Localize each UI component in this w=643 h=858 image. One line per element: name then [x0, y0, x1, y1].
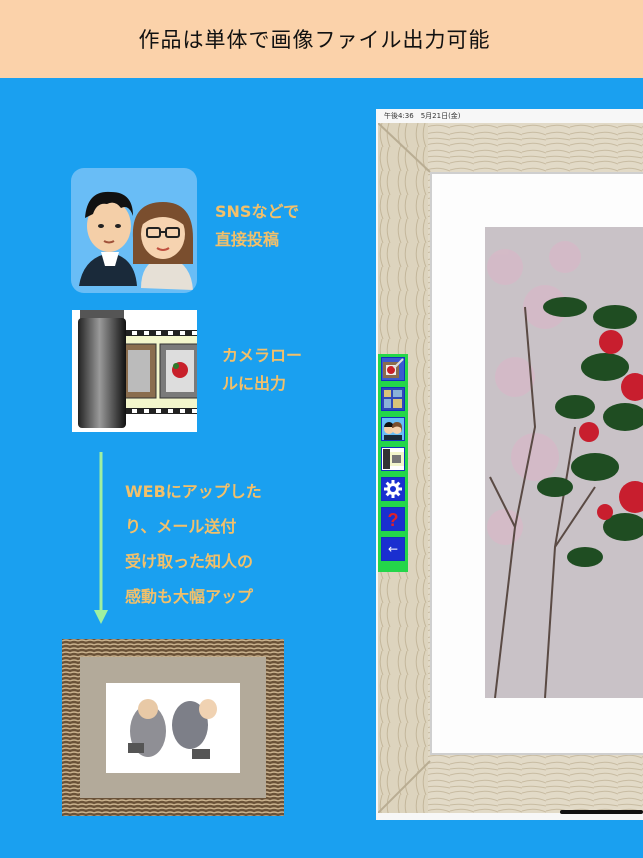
- camera-roll-label: カメラロー ルに出力: [222, 342, 302, 398]
- frame-photo-button[interactable]: [381, 357, 405, 381]
- web-label-line: り、メール送付: [125, 517, 237, 536]
- people-icon: [384, 422, 402, 440]
- web-label-line: 受け取った知人の: [125, 552, 254, 571]
- status-bar: 午後4:36 5月21日(金): [384, 112, 461, 120]
- back-arrow-icon: ←: [388, 542, 398, 556]
- gear-icon: [384, 480, 402, 498]
- app-toolbar: ? ←: [378, 354, 408, 572]
- web-label-line: 感動も大幅アップ: [125, 587, 254, 606]
- camera-label-line: ルに出力: [222, 374, 287, 393]
- sns-label-line: 直接投稿: [215, 230, 280, 249]
- down-arrow-icon: [94, 452, 108, 624]
- framed-photo-example: [62, 639, 284, 816]
- people-button[interactable]: [381, 417, 405, 441]
- film-button[interactable]: [381, 447, 405, 471]
- settings-button[interactable]: [381, 477, 405, 501]
- camera-label-line: カメラロー: [222, 346, 303, 365]
- home-indicator: [560, 810, 643, 814]
- header-banner: 作品は単体で画像ファイル出力可能: [0, 0, 643, 78]
- banner-title: 作品は単体で画像ファイル出力可能: [138, 28, 491, 52]
- back-button[interactable]: ←: [381, 537, 405, 561]
- web-label-line: WEBにアップした: [125, 482, 262, 501]
- sns-avatar-image: [71, 168, 197, 293]
- sns-label: SNSなどで 直接投稿: [215, 198, 299, 254]
- frame-photo-icon: [383, 358, 404, 378]
- help-button[interactable]: ?: [381, 507, 405, 531]
- help-icon: ?: [388, 510, 399, 530]
- help-glyph: ?: [388, 510, 399, 530]
- layout-button[interactable]: [381, 387, 405, 411]
- ipad-preview: 午後4:36 5月21日(金): [376, 109, 643, 820]
- camera-roll-film-image: [72, 310, 197, 432]
- camellia-photo: [485, 227, 643, 698]
- web-share-label: WEBにアップした り、メール送付 受け取った知人の 感動も大幅アップ: [125, 474, 262, 614]
- sns-label-line: SNSなどで: [215, 202, 300, 221]
- layout-icon: [384, 390, 402, 408]
- film-icon: [383, 449, 404, 469]
- back-glyph: ←: [388, 542, 398, 556]
